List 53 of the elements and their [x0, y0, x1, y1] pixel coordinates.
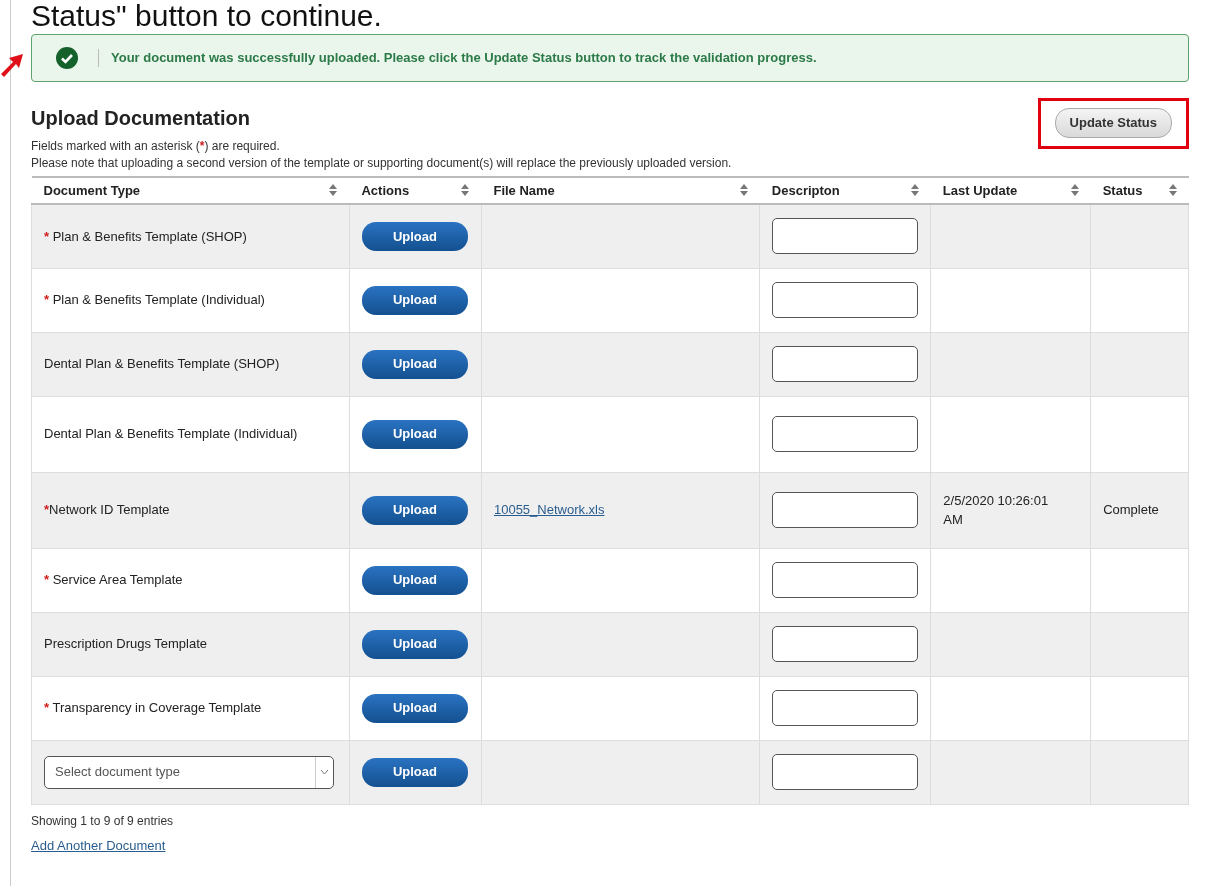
- upload-button[interactable]: Upload: [361, 349, 468, 379]
- sort-icon[interactable]: [1070, 184, 1079, 197]
- column-header[interactable]: File Name: [493, 180, 555, 201]
- column-header[interactable]: Actions: [361, 180, 410, 201]
- add-document-link[interactable]: Add Another Document: [31, 838, 166, 854]
- description-field[interactable]: [772, 754, 919, 791]
- document-type: * Plan & Benefits Template (Individual): [44, 292, 265, 308]
- upload-button[interactable]: Upload: [361, 629, 468, 659]
- document-type: * Transparency in Coverage Template: [44, 700, 262, 716]
- status-text: Complete: [1103, 502, 1159, 518]
- sort-icon[interactable]: [329, 184, 338, 197]
- column-header[interactable]: Descripton: [771, 180, 840, 201]
- document-type: * Plan & Benefits Template (SHOP): [44, 228, 247, 244]
- alert-message: Your document was successfully uploaded. Please click the Update Status button to track the validation progress.: [98, 49, 817, 67]
- document-type: Prescription Drugs Template: [44, 636, 208, 652]
- upload-button[interactable]: Upload: [361, 495, 468, 525]
- upload-button[interactable]: Upload: [361, 757, 468, 787]
- instruction-text: Status" button to continue.: [31, 0, 383, 32]
- upload-button[interactable]: Upload: [361, 221, 468, 251]
- document-type: Dental Plan & Benefits Template (Individual): [44, 426, 298, 442]
- sort-icon[interactable]: [1168, 184, 1177, 197]
- sort-icon[interactable]: [910, 184, 919, 197]
- chevron-icon: [320, 769, 329, 776]
- description-field[interactable]: [772, 562, 919, 599]
- sort-icon[interactable]: [739, 184, 748, 197]
- check-icon: [56, 47, 78, 69]
- column-header[interactable]: Status: [1102, 180, 1143, 201]
- document-type: Dental Plan & Benefits Template (SHOP): [44, 356, 280, 372]
- upload-button[interactable]: Upload: [361, 693, 468, 723]
- document-type: *Network ID Template: [44, 502, 170, 518]
- upload-button[interactable]: Upload: [361, 419, 468, 449]
- description-field[interactable]: [772, 690, 919, 727]
- description-field[interactable]: [772, 346, 919, 383]
- sort-icon[interactable]: [461, 184, 470, 197]
- entries-summary: Showing 1 to 9 of 9 entries: [31, 812, 175, 830]
- document-type-select[interactable]: Select document type: [44, 755, 334, 789]
- description-field[interactable]: [772, 416, 919, 453]
- column-header[interactable]: Document Type: [43, 180, 141, 201]
- arrow-icon: [1, 52, 23, 78]
- upload-button[interactable]: Upload: [361, 285, 468, 315]
- description-field[interactable]: [772, 492, 919, 529]
- document-type: * Service Area Template: [44, 572, 183, 588]
- section-title: Upload Documentation: [31, 106, 251, 130]
- column-header[interactable]: Last Update: [942, 180, 1018, 201]
- update-status-button[interactable]: Update Status: [1054, 108, 1172, 138]
- upload-note: Please note that uploading a second version of the template or supporting document(s) will replace the previously uploaded version.: [31, 154, 732, 172]
- description-field[interactable]: [772, 218, 919, 255]
- last-update: 2/5/2020 10:26:01 AM: [943, 491, 1050, 530]
- required-note: Fields marked with an asterisk (*) are required.: [31, 138, 281, 155]
- upload-button[interactable]: Upload: [361, 565, 468, 595]
- description-field[interactable]: [772, 282, 919, 319]
- file-link[interactable]: 10055_Network.xls: [493, 502, 605, 518]
- description-field[interactable]: [772, 626, 919, 663]
